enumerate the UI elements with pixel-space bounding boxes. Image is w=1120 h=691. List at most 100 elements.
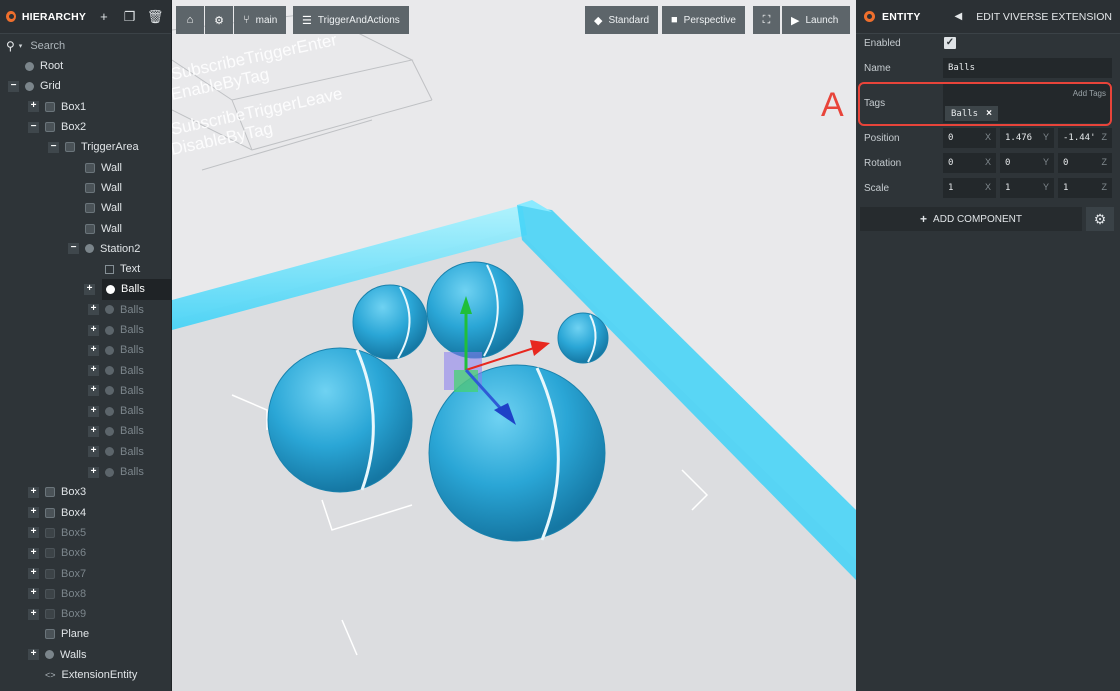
settings-button[interactable]: ⚙: [205, 6, 233, 34]
tree-item[interactable]: + Balls: [0, 442, 172, 462]
position-x-field[interactable]: 0X: [943, 128, 996, 148]
expand-toggle-icon[interactable]: +: [88, 304, 99, 316]
entity-dot-icon: [105, 406, 114, 416]
tree-item[interactable]: Root: [0, 56, 172, 76]
expand-toggle-icon[interactable]: +: [28, 649, 39, 661]
tree-item-label: Box4: [61, 506, 87, 519]
expand-toggle-icon[interactable]: +: [28, 588, 39, 600]
expand-toggle-icon[interactable]: +: [88, 385, 99, 397]
rotation-x-field[interactable]: 0X: [943, 153, 996, 173]
tree-item[interactable]: + Balls: [0, 401, 172, 421]
expand-toggle-icon[interactable]: +: [88, 344, 99, 356]
scene-viewport[interactable]: SubscribeTriggerEnter EnableByTag Subscr…: [172, 0, 856, 691]
expand-toggle-icon[interactable]: +: [28, 568, 39, 580]
hierarchy-tree: Root − Grid + Box1− Box2− TriggerArea Wall Wall W…: [0, 56, 172, 685]
scale-z-value: 1: [1063, 183, 1069, 193]
expand-toggle-icon[interactable]: +: [28, 507, 39, 519]
scale-y-field[interactable]: 1Y: [1000, 178, 1054, 198]
scale-x-field[interactable]: 1X: [943, 178, 996, 198]
expand-toggle-icon[interactable]: +: [28, 486, 39, 498]
cube-icon: [85, 203, 95, 214]
tree-item-label: Balls: [120, 324, 144, 336]
tree-item[interactable]: + Balls: [84, 279, 172, 300]
search-dropdown-icon[interactable]: ▾: [19, 42, 23, 50]
launch-button[interactable]: ▶ Launch: [782, 6, 850, 34]
ball-3[interactable]: [557, 312, 609, 364]
tree-item[interactable]: + Balls: [0, 340, 172, 360]
tree-item[interactable]: + Balls: [0, 381, 172, 401]
duplicate-icon[interactable]: ❐: [120, 9, 140, 25]
expand-toggle-icon[interactable]: +: [28, 527, 39, 539]
expand-toggle-icon[interactable]: +: [88, 466, 99, 478]
rotation-z-field[interactable]: 0Z: [1058, 153, 1112, 173]
ball-4[interactable]: [267, 347, 413, 493]
tree-item[interactable]: − Box2: [0, 117, 172, 137]
scale-z-field[interactable]: 1Z: [1058, 178, 1112, 198]
rotation-y-field[interactable]: 0Y: [1000, 153, 1054, 173]
expand-toggle-icon[interactable]: +: [28, 608, 39, 620]
scene-button[interactable]: ☰ TriggerAndActions: [293, 6, 409, 34]
cube-icon: [45, 568, 55, 579]
name-field[interactable]: Balls: [943, 58, 1112, 78]
cube-icon: [45, 629, 55, 640]
expand-toggle-icon[interactable]: +: [28, 547, 39, 559]
tree-item[interactable]: Wall: [0, 218, 172, 238]
tree-item[interactable]: + Box4: [0, 503, 172, 523]
camera-icon: ■: [671, 14, 678, 26]
tree-item[interactable]: + Balls: [0, 320, 172, 340]
tree-item[interactable]: Wall: [0, 157, 172, 177]
hierarchy-search[interactable]: ⚲ ▾ Search: [0, 36, 171, 56]
tree-item[interactable]: + Box5: [0, 523, 172, 543]
expand-toggle-icon[interactable]: +: [88, 405, 99, 417]
expand-toggle-icon[interactable]: +: [88, 324, 99, 336]
tree-item[interactable]: + Balls: [0, 421, 172, 441]
add-component-button[interactable]: + ADD COMPONENT: [860, 207, 1082, 231]
tree-item[interactable]: − Station2: [0, 239, 172, 259]
collapse-toggle-icon[interactable]: −: [8, 80, 19, 92]
tree-item[interactable]: + Box1: [0, 97, 172, 117]
collapse-toggle-icon[interactable]: −: [28, 121, 39, 133]
tree-item[interactable]: + Balls: [0, 462, 172, 482]
tree-item[interactable]: + Box9: [0, 604, 172, 624]
perspective-button[interactable]: ■ Perspective: [662, 6, 745, 34]
tree-item[interactable]: Plane: [0, 624, 172, 644]
tree-item[interactable]: Wall: [0, 178, 172, 198]
expand-toggle-icon[interactable]: +: [88, 446, 99, 458]
tree-item[interactable]: + Box3: [0, 482, 172, 502]
tree-item[interactable]: + Box8: [0, 584, 172, 604]
trash-icon[interactable]: 🗑: [145, 9, 165, 25]
tree-item[interactable]: − TriggerArea: [0, 137, 172, 157]
expand-toggle-icon[interactable]: +: [88, 365, 99, 377]
tree-item[interactable]: + Balls: [0, 360, 172, 380]
ball-1[interactable]: [352, 284, 428, 360]
tree-item[interactable]: + Box6: [0, 543, 172, 563]
scene-canvas[interactable]: SubscribeTriggerEnter EnableByTag Subscr…: [172, 0, 856, 691]
branch-button[interactable]: ⑂ main: [234, 6, 287, 34]
tree-item[interactable]: + Balls: [0, 300, 172, 320]
expand-toggle-icon[interactable]: +: [88, 425, 99, 437]
tree-item[interactable]: + Box7: [0, 563, 172, 583]
entity-dot-icon: [105, 426, 114, 436]
edit-extension-link[interactable]: ◀ EDIT VIVERSE EXTENSION: [955, 11, 1112, 23]
collapse-toggle-icon[interactable]: −: [68, 243, 79, 255]
expand-toggle-icon[interactable]: +: [84, 283, 95, 295]
scene-label: TriggerAndActions: [317, 14, 400, 26]
tree-item[interactable]: <> ExtensionEntity: [0, 665, 172, 685]
position-z-field[interactable]: -1.44' Z: [1058, 128, 1112, 148]
home-button[interactable]: ⌂: [176, 6, 204, 34]
tree-item[interactable]: Text: [0, 259, 172, 279]
entity-dot-icon: [106, 284, 115, 294]
standard-button[interactable]: ◆ Standard: [585, 6, 659, 34]
component-settings-button[interactable]: ⚙: [1086, 207, 1114, 231]
ball-2[interactable]: [426, 261, 524, 359]
tree-item[interactable]: + Walls: [0, 645, 172, 665]
tree-item[interactable]: Wall: [0, 198, 172, 218]
expand-toggle-icon[interactable]: +: [28, 101, 39, 113]
position-y-field[interactable]: 1.476 Y: [1000, 128, 1054, 148]
enabled-checkbox[interactable]: ✓: [944, 37, 956, 49]
tree-item[interactable]: − Grid: [0, 76, 172, 96]
collapse-toggle-icon[interactable]: −: [48, 141, 59, 153]
fullscreen-button[interactable]: ⛶: [753, 6, 780, 34]
add-entity-icon[interactable]: +: [94, 9, 114, 24]
search-input[interactable]: Search: [30, 40, 65, 52]
